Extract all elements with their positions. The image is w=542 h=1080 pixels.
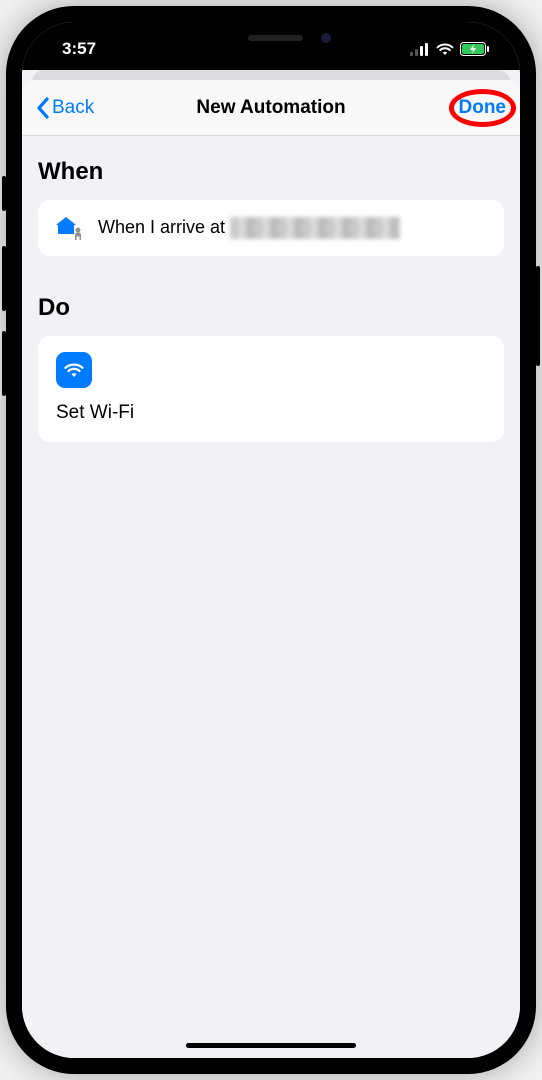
back-label: Back [52, 97, 94, 119]
do-action-card[interactable]: Set Wi-Fi [38, 336, 504, 442]
when-trigger-text: When I arrive at [98, 217, 400, 239]
done-label: Done [459, 97, 507, 118]
done-button[interactable]: Done [459, 97, 507, 119]
status-right [410, 36, 490, 56]
front-camera [321, 33, 331, 43]
wifi-icon [436, 43, 454, 56]
nav-bar: Back New Automation Done [22, 80, 520, 136]
back-button[interactable]: Back [36, 97, 94, 119]
redacted-location [230, 217, 400, 239]
content: When When I arrive at Do [22, 136, 520, 464]
do-section: Do Set Wi-Fi [38, 294, 504, 442]
wifi-action-icon [56, 352, 92, 388]
status-time: 3:57 [62, 33, 96, 59]
power-button [536, 266, 540, 366]
phone-frame: 3:57 Back New Automation Done [6, 6, 536, 1074]
screen: 3:57 Back New Automation Done [22, 22, 520, 1058]
do-action-label: Set Wi-Fi [56, 402, 486, 424]
battery-icon [460, 42, 490, 56]
home-indicator[interactable] [186, 1043, 356, 1048]
arrive-home-icon [54, 214, 84, 242]
modal-sheet: Back New Automation Done When [22, 80, 520, 1058]
page-title: New Automation [196, 97, 345, 119]
chevron-left-icon [36, 97, 50, 119]
when-trigger-prefix: When I arrive at [98, 217, 230, 237]
speaker [248, 35, 303, 41]
do-heading: Do [38, 294, 504, 322]
when-heading: When [38, 158, 504, 186]
card-stack: Back New Automation Done When [22, 70, 520, 1058]
side-button [2, 176, 6, 211]
when-trigger-card[interactable]: When I arrive at [38, 200, 504, 256]
volume-up-button [2, 246, 6, 311]
signal-icon [410, 43, 430, 56]
volume-down-button [2, 331, 6, 396]
notch [156, 22, 386, 54]
